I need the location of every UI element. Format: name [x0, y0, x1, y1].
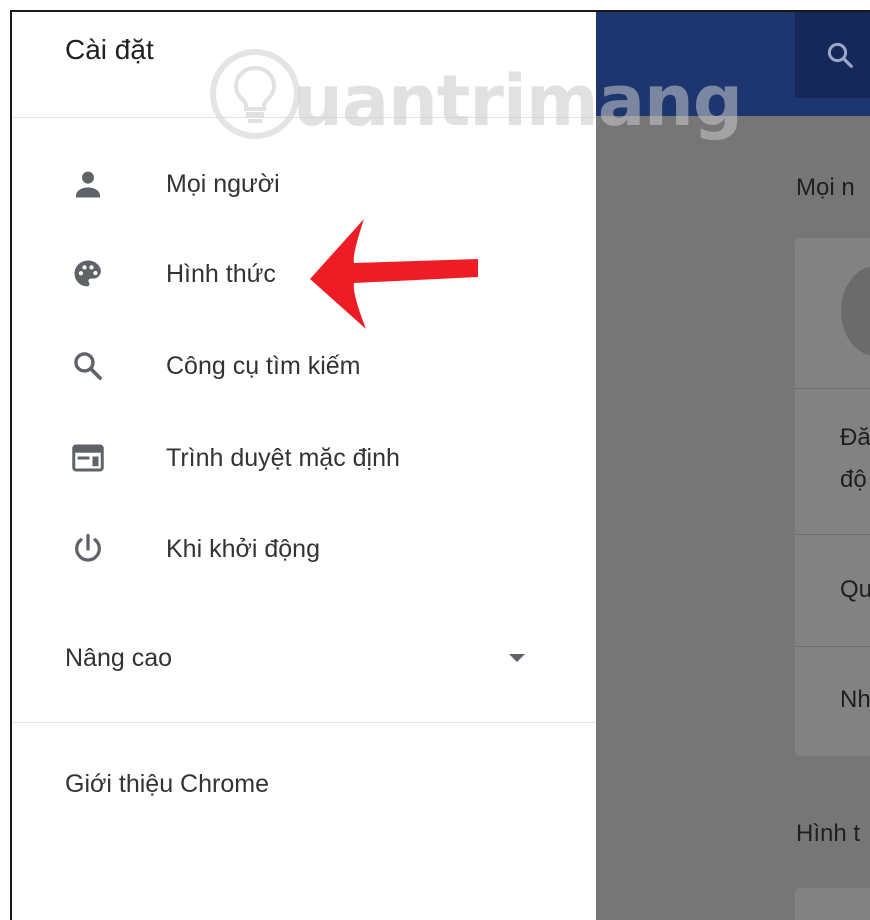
red-arrow-icon [310, 219, 478, 329]
section-heading-appearance: Hình t [796, 820, 861, 847]
nav-item-default-browser[interactable]: Trình duyệt mặc định [12, 426, 596, 490]
drawer-divider [12, 722, 596, 723]
power-icon [68, 529, 108, 569]
section-heading-people: Mọi n [796, 174, 855, 201]
nav-item-on-startup[interactable]: Khi khởi động [12, 517, 596, 581]
card-divider [795, 388, 870, 389]
people-card: Đă độ Qu Nh [795, 238, 870, 756]
card-row-manage[interactable]: Qu [840, 576, 870, 604]
nav-item-label: Trình duyệt mặc định [166, 443, 400, 472]
search-icon [827, 42, 853, 68]
header-search-button[interactable] [795, 12, 870, 98]
nav-item-label: Mọi người [166, 169, 280, 198]
nav-item-label: Khi khởi động [166, 534, 320, 563]
drawer-divider [12, 117, 596, 118]
person-icon [68, 164, 108, 204]
caret-down-icon [509, 654, 525, 662]
card-row-sync-line1[interactable]: Đă [840, 424, 870, 452]
palette-icon [68, 254, 108, 294]
avatar [841, 266, 870, 356]
advanced-toggle[interactable]: Nâng cao [12, 626, 596, 690]
appearance-card [795, 888, 870, 920]
settings-drawer: Cài đặt Mọi người Hình thức Công cụ tìm … [12, 12, 596, 920]
card-divider [795, 646, 870, 647]
card-divider [795, 534, 870, 535]
nav-item-people[interactable]: Mọi người [12, 152, 596, 216]
card-row-import[interactable]: Nh [840, 686, 870, 714]
nav-item-label: Hình thức [166, 259, 276, 288]
nav-item-label: Công cụ tìm kiếm [166, 351, 361, 380]
drawer-title: Cài đặt [65, 34, 154, 65]
search-icon [68, 346, 108, 386]
about-chrome-link[interactable]: Giới thiệu Chrome [65, 770, 269, 799]
advanced-label: Nâng cao [65, 643, 173, 672]
app-frame: Mọi n Đă độ Qu Nh Hình t Cài đặt Mọi ngư… [10, 10, 870, 920]
nav-item-search-engine[interactable]: Công cụ tìm kiếm [12, 334, 596, 398]
browser-window-icon [68, 438, 108, 478]
card-row-sync-line2: độ [840, 466, 867, 493]
